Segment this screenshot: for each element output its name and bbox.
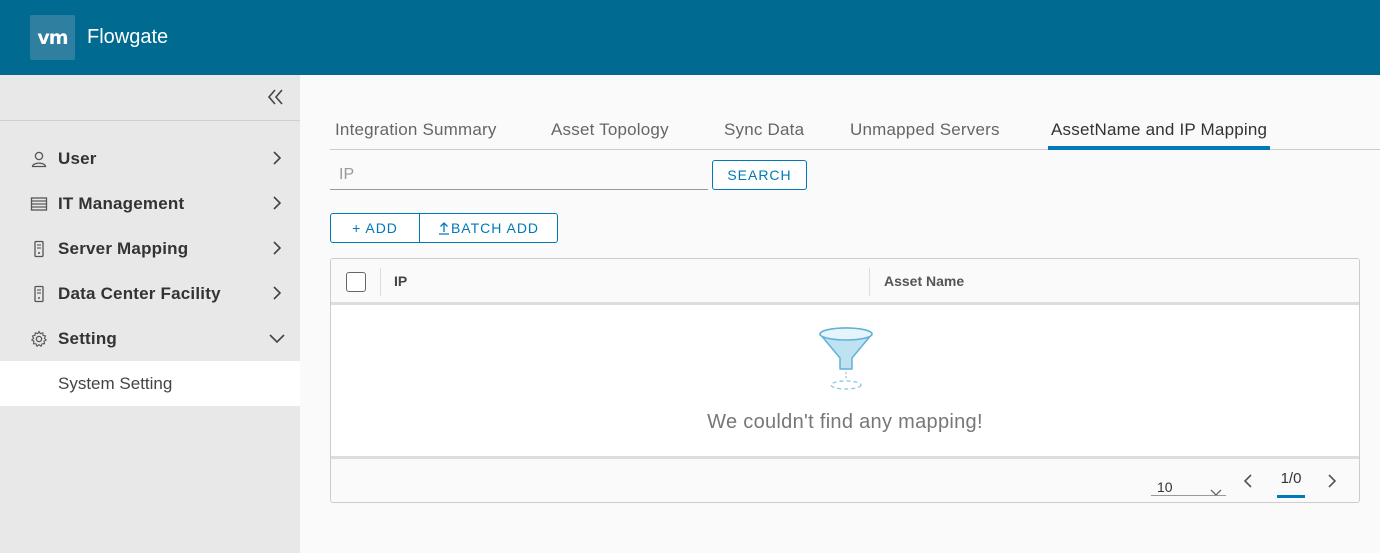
app-header: vm Flowgate: [0, 0, 1380, 75]
next-page-button[interactable]: [1325, 471, 1339, 491]
datagrid-header: IP Asset Name: [331, 259, 1359, 305]
device-icon: [30, 240, 48, 258]
tab-bar: Integration Summary Asset Topology Sync …: [330, 110, 1380, 150]
sidebar-item-label: User: [58, 148, 97, 168]
double-chevron-left-icon[interactable]: [266, 86, 286, 108]
page-size-value: 10: [1157, 479, 1173, 495]
column-header-ip[interactable]: IP: [394, 273, 407, 289]
add-button[interactable]: + ADD: [331, 214, 420, 242]
column-divider: [380, 268, 381, 296]
column-divider: [869, 268, 870, 296]
device-icon: [30, 285, 48, 303]
chevron-right-icon: [270, 284, 284, 302]
user-icon: [30, 150, 48, 168]
page-indicator: 1/0: [1277, 468, 1305, 498]
chevron-right-icon: [270, 239, 284, 257]
sidebar-item-data-center-facility[interactable]: Data Center Facility: [0, 271, 300, 316]
gear-icon: [30, 329, 48, 348]
tab-asset-topology[interactable]: Asset Topology: [551, 110, 669, 150]
sidebar: User IT Management Server Mapping Data C…: [0, 75, 300, 553]
filter-funnel-icon: [817, 325, 875, 391]
select-all-checkbox[interactable]: [346, 272, 366, 292]
sidebar-item-it-management[interactable]: IT Management: [0, 181, 300, 226]
search-button[interactable]: SEARCH: [712, 160, 807, 190]
sidebar-item-label: IT Management: [58, 193, 185, 213]
batch-add-label: BATCH ADD: [450, 220, 540, 236]
chevron-right-icon: [270, 194, 284, 212]
page-size-select[interactable]: 10: [1151, 472, 1226, 496]
ip-search-input[interactable]: [330, 160, 708, 190]
datagrid-empty-state: We couldn't find any mapping!: [331, 305, 1359, 455]
sidebar-item-setting[interactable]: Setting: [0, 316, 300, 361]
sidebar-nav: User IT Management Server Mapping Data C…: [0, 121, 300, 406]
upload-icon: [438, 221, 450, 235]
datagrid-footer: 10 1/0: [331, 456, 1359, 502]
chevron-down-icon: [268, 329, 286, 347]
chevron-down-icon: [1210, 478, 1222, 496]
sidebar-item-user[interactable]: User: [0, 136, 300, 181]
tab-assetname-ip-mapping[interactable]: AssetName and IP Mapping: [1048, 110, 1271, 150]
column-header-asset-name[interactable]: Asset Name: [884, 273, 964, 289]
chevron-right-icon: [270, 149, 284, 167]
sidebar-item-server-mapping[interactable]: Server Mapping: [0, 226, 300, 271]
tab-sync-data[interactable]: Sync Data: [724, 110, 804, 150]
vmware-logo[interactable]: vm: [30, 15, 75, 60]
tab-integration-summary[interactable]: Integration Summary: [335, 110, 497, 150]
sidebar-item-label: Data Center Facility: [58, 283, 221, 303]
app-title[interactable]: Flowgate: [87, 26, 168, 49]
empty-state-message: We couldn't find any mapping!: [707, 411, 983, 433]
action-button-group: + ADD BATCH ADD: [330, 213, 558, 243]
previous-page-button[interactable]: [1241, 471, 1255, 491]
sidebar-item-label: Server Mapping: [58, 238, 189, 258]
sidebar-collapse-row: [0, 75, 300, 121]
server-list-icon: [30, 195, 48, 213]
tab-unmapped-servers[interactable]: Unmapped Servers: [850, 110, 1000, 150]
batch-add-button[interactable]: BATCH ADD: [420, 214, 557, 242]
mapping-datagrid: IP Asset Name We couldn't find any mappi…: [330, 258, 1360, 503]
sidebar-item-label: Setting: [58, 328, 118, 348]
sidebar-subitem-system-setting[interactable]: System Setting: [0, 361, 300, 406]
